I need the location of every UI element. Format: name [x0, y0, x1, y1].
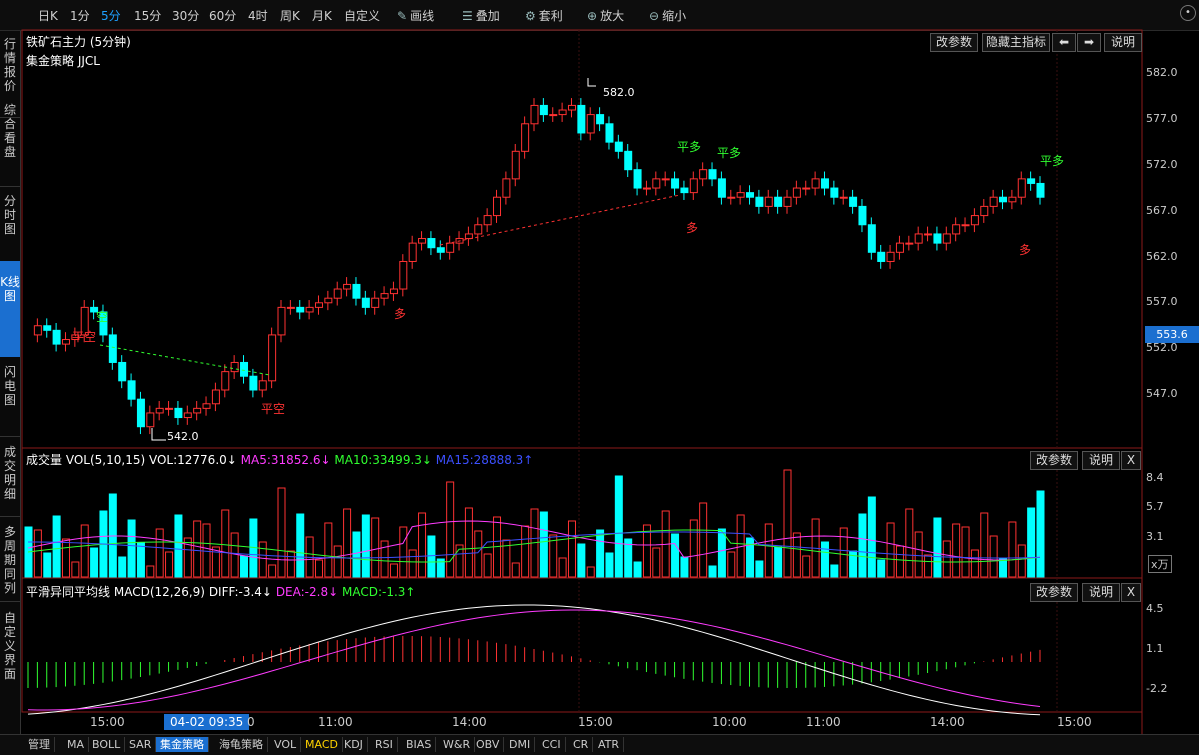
- x-tick: 15:00: [1057, 715, 1092, 729]
- y-tick: 562.0: [1146, 250, 1178, 263]
- signal-close-long: 平多: [717, 146, 742, 160]
- macd-close-button[interactable]: X: [1121, 583, 1141, 602]
- vol-y-tick: 8.4: [1146, 471, 1164, 484]
- indicator-tab[interactable]: KDJ: [340, 737, 368, 752]
- strategy-label: 集金策略 JJCL: [26, 54, 100, 68]
- main-params-button[interactable]: 改参数: [930, 33, 978, 52]
- hide-indicator-button[interactable]: 隐藏主指标: [982, 33, 1050, 52]
- vol-y-tick: 5.7: [1146, 500, 1164, 513]
- x-tick: 15:00: [90, 715, 125, 729]
- x-tick: 11:00: [318, 715, 353, 729]
- vol-y-tick: 3.1: [1146, 530, 1164, 543]
- x-tick: 10:00: [712, 715, 747, 729]
- signal-close-long: 平多: [1040, 154, 1065, 168]
- y-tick: 567.0: [1146, 204, 1178, 217]
- indicator-tab[interactable]: CR: [569, 737, 594, 752]
- signal-close-long: 平多: [677, 140, 702, 154]
- indicator-tab[interactable]: OBV: [472, 737, 505, 752]
- volume-params-button[interactable]: 改参数: [1030, 451, 1078, 470]
- macd-diff: DIFF:-3.4↓: [208, 585, 272, 599]
- y-tick: 582.0: [1146, 66, 1178, 79]
- kline-chart-svg[interactable]: [0, 0, 1199, 754]
- indicator-tab[interactable]: MACD: [301, 737, 343, 752]
- high-price-label: 582.0: [603, 86, 635, 99]
- indicator-tab[interactable]: BOLL: [88, 737, 126, 752]
- macd-y-tick: 4.5: [1146, 602, 1164, 615]
- y-tick: 547.0: [1146, 387, 1178, 400]
- indicator-tab-bar: 管理 MA BOLL SAR 集金策略 海龟策略 VOL MACD KDJ RSI BIAS W&R O…: [0, 734, 1199, 755]
- low-price-label: 542.0: [167, 430, 199, 443]
- volume-close-button[interactable]: X: [1121, 451, 1141, 470]
- volume-ma15: MA15:28888.3↑: [435, 453, 534, 467]
- indicator-tab[interactable]: MA: [63, 737, 90, 752]
- macd-dea: DEA:-2.8↓: [275, 585, 339, 599]
- x-cursor-tail: 0: [247, 715, 255, 729]
- macd-indicator: MACD(12,26,9): [113, 585, 205, 599]
- volume-value: VOL:12776.0↓: [148, 453, 237, 467]
- y-tick: 577.0: [1146, 112, 1178, 125]
- signal-long: 多: [394, 307, 407, 321]
- x-cursor-label: 04-02 09:35: [164, 714, 250, 730]
- signal-long: 多: [686, 221, 699, 235]
- x-tick: 15:00: [578, 715, 613, 729]
- x-tick: 11:00: [806, 715, 841, 729]
- indicator-tab[interactable]: ATR: [594, 737, 625, 752]
- signal-close-short: 平空: [261, 402, 286, 416]
- indicator-tab[interactable]: W&R: [439, 737, 476, 752]
- indicator-tab[interactable]: DMI: [505, 737, 536, 752]
- indicator-tab[interactable]: RSI: [371, 737, 398, 752]
- volume-ma10: MA10:33499.3↓: [334, 453, 432, 467]
- macd-title: 平滑异同平均线 MACD(12,26,9) DIFF:-3.4↓ DEA:-2.…: [26, 583, 415, 600]
- indicator-tab[interactable]: 海龟策略: [215, 737, 268, 752]
- indicator-tab[interactable]: 集金策略: [156, 737, 209, 752]
- volume-indicator: VOL(5,10,15): [65, 453, 146, 467]
- main-explain-button[interactable]: 说明: [1104, 33, 1142, 52]
- x-tick: 14:00: [930, 715, 965, 729]
- indicator-tab[interactable]: 管理: [24, 737, 55, 752]
- volume-unit: x万: [1148, 555, 1172, 573]
- macd-title-text: 平滑异同平均线: [26, 585, 111, 599]
- current-price-badge: 553.6: [1145, 326, 1199, 343]
- volume-explain-button[interactable]: 说明: [1082, 451, 1120, 470]
- arrow-left-icon[interactable]: ⬅: [1052, 33, 1076, 52]
- arrow-right-icon[interactable]: ➡: [1077, 33, 1101, 52]
- indicator-tab[interactable]: VOL: [270, 737, 302, 752]
- chart-title: 铁矿石主力 (5分钟): [26, 35, 131, 49]
- signal-close-short: 平空: [72, 330, 97, 344]
- macd-y-tick: -2.2: [1146, 682, 1168, 695]
- y-tick: 572.0: [1146, 158, 1178, 171]
- volume-ma5: MA5:31852.6↓: [240, 453, 331, 467]
- macd-value: MACD:-1.3↑: [341, 585, 416, 599]
- x-tick: 14:00: [452, 715, 487, 729]
- indicator-tab[interactable]: BIAS: [402, 737, 437, 752]
- volume-title: 成交量 VOL(5,10,15) VOL:12776.0↓ MA5:31852.…: [26, 451, 533, 468]
- macd-y-tick: 1.1: [1146, 642, 1164, 655]
- volume-title-text: 成交量: [26, 453, 63, 467]
- macd-params-button[interactable]: 改参数: [1030, 583, 1078, 602]
- y-tick: 557.0: [1146, 295, 1178, 308]
- indicator-tab[interactable]: CCI: [538, 737, 566, 752]
- signal-long: 多: [1019, 243, 1032, 257]
- macd-explain-button[interactable]: 说明: [1082, 583, 1120, 602]
- indicator-tab[interactable]: SAR: [125, 737, 157, 752]
- signal-short: 空: [96, 310, 109, 324]
